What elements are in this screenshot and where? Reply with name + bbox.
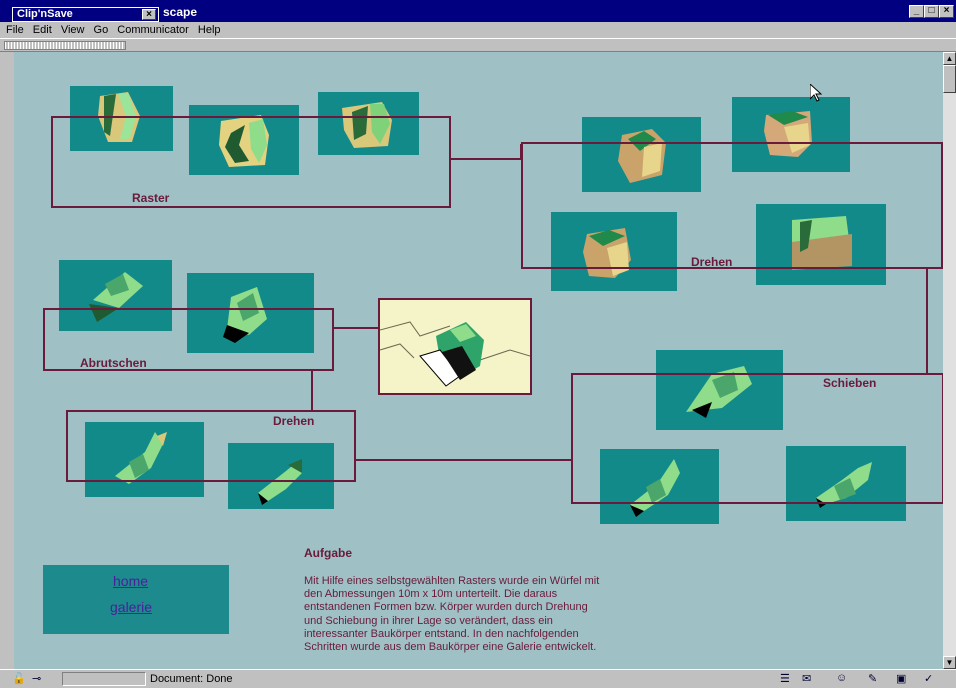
security-lock-icon[interactable]: 🔓 <box>12 672 26 685</box>
raster-label: Raster <box>132 191 170 205</box>
maximize-button[interactable]: □ <box>924 5 939 18</box>
task-line: den Abmessungen 10m x 10m unterteilt. Di… <box>304 588 558 601</box>
task-line: entstandenen Formen bzw. Körper wurden d… <box>304 601 588 614</box>
collapsed-toolbars[interactable] <box>0 38 956 52</box>
clipnsave-title: Clip'nSave <box>17 8 73 20</box>
home-link[interactable]: home <box>113 573 148 589</box>
minimize-button[interactable]: _ <box>909 5 924 18</box>
abrutschen-label: Abrutschen <box>80 356 147 370</box>
task-line: und Schiebung in ihrer Lage so verändert… <box>304 614 553 627</box>
scroll-up-button[interactable]: ▲ <box>943 52 956 65</box>
center-model-image <box>378 298 532 395</box>
connector-line <box>333 327 379 329</box>
connection-icon: ⊸ <box>32 673 42 685</box>
connector-line <box>311 369 313 412</box>
close-button[interactable]: × <box>939 5 954 18</box>
composer-icon[interactable]: ✎ <box>868 672 877 685</box>
menu-file[interactable]: File <box>6 22 24 38</box>
task-description: Mit Hilfe eines selbstgewählten Rasters … <box>304 575 644 654</box>
drehen-label-1: Drehen <box>691 255 733 269</box>
discussion-icon[interactable]: ☺ <box>836 672 847 684</box>
window-controls: _ □ × <box>909 5 954 18</box>
mouse-cursor-icon <box>810 84 822 102</box>
task-line: Schritten wurde aus dem Baukörper eine G… <box>304 641 597 654</box>
navigator-icon[interactable]: ☰ <box>780 672 790 685</box>
clipnsave-close-button[interactable]: × <box>142 9 156 20</box>
toolbar-grip[interactable] <box>4 41 126 50</box>
connector-line <box>450 158 521 160</box>
scroll-down-button[interactable]: ▼ <box>943 656 956 669</box>
menu-edit[interactable]: Edit <box>33 22 52 38</box>
status-text: Document: Done <box>150 673 233 685</box>
menu-view[interactable]: View <box>61 22 85 38</box>
address-book-icon[interactable]: ▣ <box>896 672 906 685</box>
task-heading: Aufgabe <box>304 546 352 560</box>
task-line: interessanter Baukörper entstand. In den… <box>304 627 579 640</box>
connector-line <box>355 459 572 461</box>
menu-go[interactable]: Go <box>94 22 109 38</box>
scroll-thumb[interactable] <box>943 65 956 93</box>
raster-group-frame <box>51 116 451 208</box>
menu-communicator[interactable]: Communicator <box>117 22 189 38</box>
menu-help[interactable]: Help <box>198 22 221 38</box>
vertical-scrollbar[interactable]: ▲ ▼ <box>943 52 956 669</box>
status-bar: 🔓 ⊸ Document: Done ☰ ✉ ☺ ✎ ▣ ✓ <box>0 669 956 688</box>
connector-line <box>926 268 928 374</box>
schieben-group-frame <box>571 373 943 504</box>
task-line: Mit Hilfe eines selbstgewählten Rasters … <box>304 575 600 587</box>
drehen-label-2: Drehen <box>273 414 315 428</box>
galerie-link[interactable]: galerie <box>110 599 152 615</box>
page-content: Raster Drehen Abrutschen Drehen Schieben… <box>14 52 943 669</box>
edit-icon[interactable]: ✓ <box>924 672 933 685</box>
window-title: scape <box>163 5 198 19</box>
mail-icon[interactable]: ✉ <box>802 672 811 685</box>
menu-bar: File Edit View Go Communicator Help <box>0 22 956 38</box>
drehen-group-frame-1 <box>521 142 943 269</box>
nav-box: home galerie <box>43 565 229 634</box>
progress-pane <box>62 672 146 686</box>
schieben-label: Schieben <box>823 376 877 390</box>
clipnsave-titlebar[interactable]: Clip'nSave × <box>12 7 159 22</box>
